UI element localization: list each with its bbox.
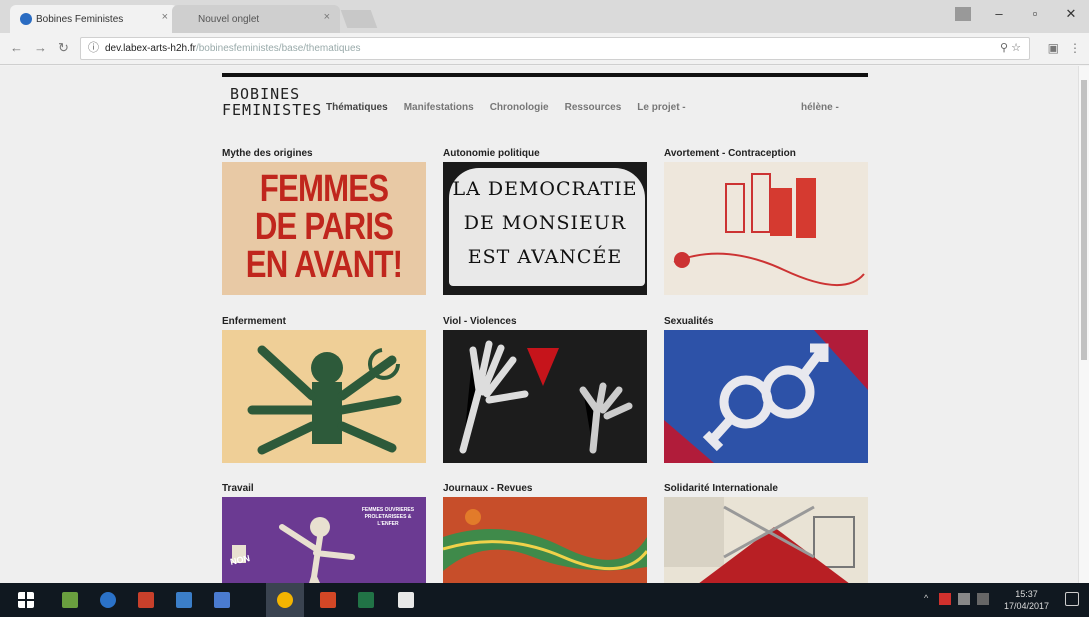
media-player-icon[interactable] [100, 592, 116, 608]
theme-image[interactable] [443, 330, 647, 463]
address-bar-row: ← → ↻ ⓘ dev.labex-arts-h2h.fr/bobinesfem… [0, 33, 1089, 65]
illustration [459, 340, 633, 454]
theme-title[interactable]: Mythe des origines [222, 148, 426, 162]
header-rule [222, 73, 868, 77]
url-host: dev.labex-arts-h2h.fr [105, 43, 196, 54]
theme-card-enfermement[interactable]: Enfermement [222, 316, 426, 463]
theme-card-sexualites[interactable]: Sexualités [664, 316, 868, 463]
clock[interactable]: 15:37 17/04/2017 [1004, 588, 1049, 612]
file-explorer-icon[interactable] [62, 592, 78, 608]
site-logo[interactable]: BOBINES FEMINISTES [222, 85, 323, 119]
window-controls: – ▫ ✕ [981, 0, 1089, 28]
info-icon[interactable]: ⓘ [88, 38, 99, 59]
new-tab-button[interactable] [340, 10, 378, 28]
tab-label: Bobines Feministes [36, 13, 124, 25]
back-icon[interactable]: ← [10, 40, 23, 55]
illustration [664, 497, 855, 583]
theme-image[interactable] [664, 162, 868, 295]
url-input[interactable]: ⓘ dev.labex-arts-h2h.fr/bobinesfeministe… [80, 37, 1030, 60]
theme-image[interactable] [664, 330, 868, 463]
forward-icon[interactable]: → [34, 40, 47, 55]
theme-title[interactable]: Journaux - Revues [443, 483, 647, 497]
system-tray: ^ [924, 593, 989, 605]
excel-icon[interactable] [358, 592, 374, 608]
nav-thematiques[interactable]: Thématiques [326, 102, 388, 113]
bookmark-star-icon[interactable]: ☆ [1011, 42, 1021, 54]
nav-le-projet[interactable]: Le projet - [637, 102, 685, 113]
nav-ressources[interactable]: Ressources [565, 102, 622, 113]
omnibox-actions: ⚲ ☆ [1000, 38, 1021, 59]
poster-text: FEMMES OUVRIERES PROLETARISEES & L'ENFER [361, 507, 415, 527]
clock-time: 15:37 [1015, 589, 1038, 599]
extension-icon[interactable]: ▣ [1048, 41, 1059, 55]
close-tab-icon[interactable]: × [324, 11, 330, 23]
theme-title[interactable]: Autonomie politique [443, 148, 647, 162]
scrollbar-thumb[interactable] [1081, 80, 1087, 360]
browser-tab-strip: Bobines Feministes × Nouvel onglet × – ▫… [0, 0, 1089, 33]
theme-title[interactable]: Enfermement [222, 316, 426, 330]
powerpoint-icon[interactable] [320, 592, 336, 608]
close-tab-icon[interactable]: × [162, 11, 168, 23]
theme-image[interactable] [222, 330, 426, 463]
clock-date: 17/04/2017 [1003, 601, 1049, 611]
maximize-icon[interactable]: ▫ [1017, 0, 1053, 28]
theme-card-journaux[interactable]: Journaux - Revues [443, 483, 647, 583]
os-taskbar: ^ 15:37 17/04/2017 [0, 583, 1089, 617]
nav-chronologie[interactable]: Chronologie [490, 102, 549, 113]
monitor-app-icon[interactable] [176, 592, 192, 608]
theme-title[interactable]: Travail [222, 483, 426, 497]
minimize-icon[interactable]: – [981, 0, 1017, 28]
user-menu[interactable]: hélène - [801, 102, 839, 113]
banner-text: LA DEMOCRATIE DE MONSIEUR EST AVANCÉE [452, 178, 638, 268]
windows-start-icon[interactable] [18, 592, 34, 608]
poster-text: FEMMES DE PARIS EN AVANT! [245, 168, 403, 286]
app-icon[interactable] [214, 592, 230, 608]
tab-new-tab[interactable]: Nouvel onglet × [172, 5, 340, 33]
browser-menu-area: ▣ ⋮ [1048, 41, 1081, 55]
theme-title[interactable]: Viol - Violences [443, 316, 647, 330]
zoom-icon[interactable]: ⚲ [1000, 42, 1008, 54]
site-favicon-icon [20, 13, 32, 25]
tab-label: Nouvel onglet [198, 13, 260, 25]
tab-bobines-feministes[interactable]: Bobines Feministes × [10, 5, 178, 33]
notifications-icon[interactable] [1065, 592, 1079, 606]
logo-line1: BOBINES [230, 85, 301, 103]
page-scrollbar[interactable] [1078, 66, 1089, 583]
illustration [443, 509, 647, 571]
illustration [673, 173, 865, 286]
main-nav: Thématiques Manifestations Chronologie R… [326, 102, 839, 113]
theme-card-viol[interactable]: Viol - Violences [443, 316, 647, 463]
solitaire-icon[interactable] [398, 592, 414, 608]
theme-image[interactable]: FEMMES DE PARIS EN AVANT! [222, 162, 426, 295]
theme-card-mythe[interactable]: Mythe des origines FEMMES DE PARIS EN AV… [222, 148, 426, 295]
chrome-icon[interactable] [277, 592, 293, 608]
web-page: BOBINES FEMINISTES Thématiques Manifesta… [0, 66, 1078, 583]
volume-icon[interactable] [977, 593, 989, 605]
reload-icon[interactable]: ↻ [58, 40, 69, 56]
theme-card-avortement[interactable]: Avortement - Contraception [664, 148, 868, 295]
url-path: /bobinesfeministes/base/thematiques [195, 43, 361, 54]
theme-image[interactable]: LA DEMOCRATIE DE MONSIEUR EST AVANCÉE [443, 162, 647, 295]
theme-title[interactable]: Solidarité Internationale [664, 483, 868, 497]
network-icon[interactable] [958, 593, 970, 605]
tray-expand-icon[interactable]: ^ [924, 593, 932, 605]
theme-title[interactable]: Avortement - Contraception [664, 148, 868, 162]
theme-image[interactable]: FEMMES OUVRIERES PROLETARISEES & L'ENFER… [222, 497, 426, 583]
illustration [664, 330, 868, 463]
antivirus-icon[interactable] [939, 593, 951, 605]
theme-card-autonomie[interactable]: Autonomie politique LA DEMOCRATIE DE MON… [443, 148, 647, 295]
app-icon[interactable] [138, 592, 154, 608]
profile-icon[interactable] [955, 7, 971, 21]
menu-icon[interactable]: ⋮ [1069, 41, 1081, 55]
theme-card-travail[interactable]: Travail FEMMES OUVRIERES PROLETARISEES &… [222, 483, 426, 583]
logo-line2: FEMINISTES [222, 101, 323, 119]
theme-card-solidarite[interactable]: Solidarité Internationale [664, 483, 868, 583]
theme-image[interactable] [664, 497, 868, 583]
illustration [247, 345, 402, 455]
nav-manifestations[interactable]: Manifestations [404, 102, 474, 113]
close-window-icon[interactable]: ✕ [1053, 0, 1089, 28]
theme-image[interactable] [443, 497, 647, 583]
theme-title[interactable]: Sexualités [664, 316, 868, 330]
